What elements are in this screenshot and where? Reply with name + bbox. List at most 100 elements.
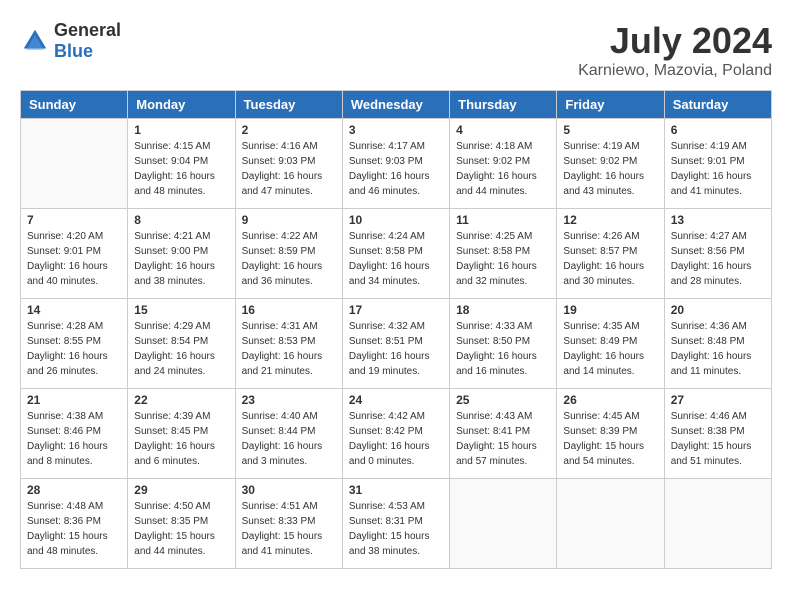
calendar-cell: 27Sunrise: 4:46 AM Sunset: 8:38 PM Dayli… bbox=[664, 389, 771, 479]
week-row-1: 1 Sunrise: 4:15 AM Sunset: 9:04 PM Daylig… bbox=[21, 119, 772, 209]
day-header-sunday: Sunday bbox=[21, 91, 128, 119]
day-number: 4 bbox=[456, 123, 550, 137]
day-info: Sunrise: 4:33 AM Sunset: 8:50 PM Dayligh… bbox=[456, 319, 550, 379]
logo-general: General bbox=[54, 20, 121, 40]
day-info: Sunrise: 4:19 AM Sunset: 9:02 PM Dayligh… bbox=[563, 139, 657, 199]
week-row-4: 21 Sunrise: 4:38 AM Sunset: 8:46 PM Dayli… bbox=[21, 389, 772, 479]
day-number: 6 bbox=[671, 123, 765, 137]
calendar-cell bbox=[21, 119, 128, 209]
calendar-cell: 29 Sunrise: 4:50 AM Sunset: 8:35 PM Dayli… bbox=[128, 479, 235, 569]
week-row-2: 7 Sunrise: 4:20 AM Sunset: 9:01 PM Daylig… bbox=[21, 209, 772, 299]
day-number: 1 bbox=[134, 123, 228, 137]
day-info: Sunrise: 4:40 AM Sunset: 8:44 PM Dayligh… bbox=[242, 409, 336, 469]
day-info: Sunrise: 4:19 AM Sunset: 9:01 PM Dayligh… bbox=[671, 139, 765, 199]
day-info: Sunrise: 4:35 AM Sunset: 8:49 PM Dayligh… bbox=[563, 319, 657, 379]
calendar-cell: 19 Sunrise: 4:35 AM Sunset: 8:49 PM Dayli… bbox=[557, 299, 664, 389]
month-year: July 2024 bbox=[578, 20, 772, 62]
day-header-saturday: Saturday bbox=[664, 91, 771, 119]
day-number: 30 bbox=[242, 483, 336, 497]
logo-blue: Blue bbox=[54, 41, 93, 61]
calendar-cell: 6 Sunrise: 4:19 AM Sunset: 9:01 PM Daylig… bbox=[664, 119, 771, 209]
day-info: Sunrise: 4:38 AM Sunset: 8:46 PM Dayligh… bbox=[27, 409, 121, 469]
calendar-cell: 2Sunrise: 4:16 AM Sunset: 9:03 PM Daylig… bbox=[235, 119, 342, 209]
calendar-cell: 25 Sunrise: 4:43 AM Sunset: 8:41 PM Dayli… bbox=[450, 389, 557, 479]
day-info: Sunrise: 4:24 AM Sunset: 8:58 PM Dayligh… bbox=[349, 229, 443, 289]
day-number: 25 bbox=[456, 393, 550, 407]
day-number: 31 bbox=[349, 483, 443, 497]
day-number: 9 bbox=[242, 213, 336, 227]
day-header-wednesday: Wednesday bbox=[342, 91, 449, 119]
calendar-table: SundayMondayTuesdayWednesdayThursdayFrid… bbox=[20, 90, 772, 569]
day-info: Sunrise: 4:31 AM Sunset: 8:53 PM Dayligh… bbox=[242, 319, 336, 379]
calendar-cell: 10 Sunrise: 4:24 AM Sunset: 8:58 PM Dayli… bbox=[342, 209, 449, 299]
calendar-cell: 1 Sunrise: 4:15 AM Sunset: 9:04 PM Daylig… bbox=[128, 119, 235, 209]
day-header-friday: Friday bbox=[557, 91, 664, 119]
day-info: Sunrise: 4:48 AM Sunset: 8:36 PM Dayligh… bbox=[27, 499, 121, 559]
day-info: Sunrise: 4:46 AM Sunset: 8:38 PM Dayligh… bbox=[671, 409, 765, 469]
calendar-cell: 13Sunrise: 4:27 AM Sunset: 8:56 PM Dayli… bbox=[664, 209, 771, 299]
day-info: Sunrise: 4:32 AM Sunset: 8:51 PM Dayligh… bbox=[349, 319, 443, 379]
day-info: Sunrise: 4:25 AM Sunset: 8:58 PM Dayligh… bbox=[456, 229, 550, 289]
day-number: 3 bbox=[349, 123, 443, 137]
day-number: 20 bbox=[671, 303, 765, 317]
day-info: Sunrise: 4:36 AM Sunset: 8:48 PM Dayligh… bbox=[671, 319, 765, 379]
day-info: Sunrise: 4:45 AM Sunset: 8:39 PM Dayligh… bbox=[563, 409, 657, 469]
day-number: 14 bbox=[27, 303, 121, 317]
day-info: Sunrise: 4:42 AM Sunset: 8:42 PM Dayligh… bbox=[349, 409, 443, 469]
calendar-body: 1 Sunrise: 4:15 AM Sunset: 9:04 PM Daylig… bbox=[21, 119, 772, 569]
day-number: 22 bbox=[134, 393, 228, 407]
calendar-cell: 5 Sunrise: 4:19 AM Sunset: 9:02 PM Daylig… bbox=[557, 119, 664, 209]
day-number: 26 bbox=[563, 393, 657, 407]
calendar-cell: 26 Sunrise: 4:45 AM Sunset: 8:39 PM Dayli… bbox=[557, 389, 664, 479]
day-number: 19 bbox=[563, 303, 657, 317]
day-header-monday: Monday bbox=[128, 91, 235, 119]
day-info: Sunrise: 4:43 AM Sunset: 8:41 PM Dayligh… bbox=[456, 409, 550, 469]
calendar-cell: 16 Sunrise: 4:31 AM Sunset: 8:53 PM Dayli… bbox=[235, 299, 342, 389]
calendar-cell: 4 Sunrise: 4:18 AM Sunset: 9:02 PM Daylig… bbox=[450, 119, 557, 209]
day-number: 21 bbox=[27, 393, 121, 407]
calendar-cell: 12 Sunrise: 4:26 AM Sunset: 8:57 PM Dayli… bbox=[557, 209, 664, 299]
day-info: Sunrise: 4:18 AM Sunset: 9:02 PM Dayligh… bbox=[456, 139, 550, 199]
calendar-cell: 21 Sunrise: 4:38 AM Sunset: 8:46 PM Dayli… bbox=[21, 389, 128, 479]
day-number: 18 bbox=[456, 303, 550, 317]
calendar-cell: 31 Sunrise: 4:53 AM Sunset: 8:31 PM Dayli… bbox=[342, 479, 449, 569]
day-info: Sunrise: 4:15 AM Sunset: 9:04 PM Dayligh… bbox=[134, 139, 228, 199]
week-row-3: 14Sunrise: 4:28 AM Sunset: 8:55 PM Dayli… bbox=[21, 299, 772, 389]
day-info: Sunrise: 4:53 AM Sunset: 8:31 PM Dayligh… bbox=[349, 499, 443, 559]
day-info: Sunrise: 4:51 AM Sunset: 8:33 PM Dayligh… bbox=[242, 499, 336, 559]
calendar-cell: 9 Sunrise: 4:22 AM Sunset: 8:59 PM Daylig… bbox=[235, 209, 342, 299]
calendar-cell: 14Sunrise: 4:28 AM Sunset: 8:55 PM Dayli… bbox=[21, 299, 128, 389]
calendar-cell: 15Sunrise: 4:29 AM Sunset: 8:54 PM Dayli… bbox=[128, 299, 235, 389]
title-block: July 2024 Karniewo, Mazovia, Poland bbox=[578, 20, 772, 80]
calendar-cell bbox=[664, 479, 771, 569]
day-number: 16 bbox=[242, 303, 336, 317]
logo: General Blue bbox=[20, 20, 121, 62]
day-number: 29 bbox=[134, 483, 228, 497]
day-number: 12 bbox=[563, 213, 657, 227]
day-info: Sunrise: 4:26 AM Sunset: 8:57 PM Dayligh… bbox=[563, 229, 657, 289]
logo-icon bbox=[20, 26, 50, 56]
location: Karniewo, Mazovia, Poland bbox=[578, 62, 772, 80]
day-number: 10 bbox=[349, 213, 443, 227]
day-info: Sunrise: 4:50 AM Sunset: 8:35 PM Dayligh… bbox=[134, 499, 228, 559]
calendar-cell: 24 Sunrise: 4:42 AM Sunset: 8:42 PM Dayli… bbox=[342, 389, 449, 479]
day-number: 24 bbox=[349, 393, 443, 407]
calendar-cell: 18 Sunrise: 4:33 AM Sunset: 8:50 PM Dayli… bbox=[450, 299, 557, 389]
calendar-cell: 3Sunrise: 4:17 AM Sunset: 9:03 PM Daylig… bbox=[342, 119, 449, 209]
calendar-cell: 30 Sunrise: 4:51 AM Sunset: 8:33 PM Dayli… bbox=[235, 479, 342, 569]
day-number: 7 bbox=[27, 213, 121, 227]
calendar-cell: 22Sunrise: 4:39 AM Sunset: 8:45 PM Dayli… bbox=[128, 389, 235, 479]
day-info: Sunrise: 4:27 AM Sunset: 8:56 PM Dayligh… bbox=[671, 229, 765, 289]
day-info: Sunrise: 4:20 AM Sunset: 9:01 PM Dayligh… bbox=[27, 229, 121, 289]
day-info: Sunrise: 4:21 AM Sunset: 9:00 PM Dayligh… bbox=[134, 229, 228, 289]
day-number: 5 bbox=[563, 123, 657, 137]
day-info: Sunrise: 4:22 AM Sunset: 8:59 PM Dayligh… bbox=[242, 229, 336, 289]
day-info: Sunrise: 4:29 AM Sunset: 8:54 PM Dayligh… bbox=[134, 319, 228, 379]
day-header-thursday: Thursday bbox=[450, 91, 557, 119]
calendar-cell: 20 Sunrise: 4:36 AM Sunset: 8:48 PM Dayli… bbox=[664, 299, 771, 389]
calendar-cell: 11Sunrise: 4:25 AM Sunset: 8:58 PM Dayli… bbox=[450, 209, 557, 299]
week-row-5: 28Sunrise: 4:48 AM Sunset: 8:36 PM Dayli… bbox=[21, 479, 772, 569]
day-info: Sunrise: 4:16 AM Sunset: 9:03 PM Dayligh… bbox=[242, 139, 336, 199]
calendar-cell bbox=[557, 479, 664, 569]
calendar-cell: 8Sunrise: 4:21 AM Sunset: 9:00 PM Daylig… bbox=[128, 209, 235, 299]
